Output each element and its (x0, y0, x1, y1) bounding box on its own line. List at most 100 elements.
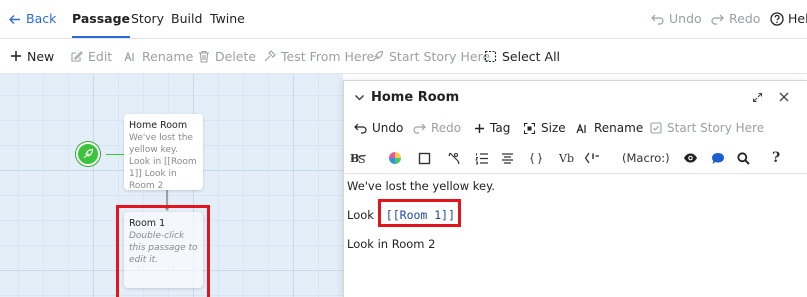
checkbox-icon (650, 122, 662, 134)
undo-label: Undo (669, 11, 702, 26)
new-passage-button[interactable]: New (10, 39, 54, 73)
help-circle-icon (770, 12, 784, 26)
add-tag-button[interactable]: Tag (474, 113, 510, 143)
tool-icon (263, 49, 276, 63)
passage-title: Home Room (129, 120, 188, 131)
dialog-start-story-here-checkbox[interactable]: Start Story Here (650, 113, 764, 143)
tab-build[interactable]: Build (171, 0, 202, 38)
back-label: Back (26, 11, 57, 26)
bold-strike-icon: BS (350, 151, 368, 165)
start-story-here-button[interactable]: Start Story Here (371, 39, 490, 73)
dialog-undo-button[interactable]: Undo (354, 113, 403, 143)
align-center-icon (501, 152, 514, 165)
speech-bubble-icon (711, 152, 725, 165)
bold-strike-button[interactable]: BS (350, 143, 368, 173)
select-all-label: Select All (502, 48, 561, 64)
macro-button[interactable]: (Macro:) (622, 143, 670, 173)
help-button[interactable]: Help (770, 0, 807, 38)
start-connector (106, 154, 126, 155)
top-tab-bar: Back Passage Story Build Twine Undo Redo… (0, 0, 807, 38)
passage-toolbar: New Edit Rename Delete Test From Here St… (0, 38, 807, 74)
list-icon (475, 152, 489, 165)
highlight-box (378, 199, 461, 227)
passage-excerpt: We've lost the yellow key. Look in [[Roo… (129, 133, 197, 191)
test-from-here-button[interactable]: Test From Here (263, 39, 374, 73)
rename-label: Rename (594, 121, 644, 135)
redo-label: Redo (431, 121, 462, 135)
arrow-left-icon (8, 13, 21, 26)
tab-story[interactable]: Story (131, 0, 164, 38)
plus-icon (474, 123, 485, 134)
redo-icon (711, 13, 724, 25)
preview-button[interactable] (683, 143, 698, 173)
colour-button[interactable] (388, 143, 402, 173)
start-passage-marker (76, 142, 100, 166)
select-all-button[interactable]: Select All (484, 39, 560, 73)
rocket-icon (371, 50, 384, 63)
test-from-here-label: Test From Here (281, 48, 375, 64)
redo-label: Redo (729, 11, 761, 26)
box-button[interactable] (418, 143, 431, 173)
rename-icon (124, 50, 137, 63)
dialog-rename-button[interactable]: Rename (576, 113, 643, 143)
plus-icon (10, 50, 22, 62)
search-icon (737, 151, 750, 165)
square-icon (418, 152, 431, 165)
tab-passage[interactable]: Passage (72, 0, 131, 38)
dialog-title: Home Room (371, 89, 460, 105)
edit-icon (70, 50, 83, 63)
passage-edit-dialog: Home Room Undo Redo Tag Size Rename Star… (343, 80, 807, 297)
hook-icon (447, 151, 461, 165)
colour-wheel-icon (388, 151, 402, 165)
rocket-icon (82, 148, 94, 160)
delete-button[interactable]: Delete (198, 39, 256, 73)
rename-icon (576, 122, 589, 135)
variable-button[interactable]: Vb (559, 143, 574, 173)
text-line: Look in Room 2 (347, 237, 436, 251)
eye-icon (683, 152, 698, 164)
help-button[interactable]: ? (772, 143, 780, 173)
help-label: Help (788, 11, 807, 26)
tab-twine[interactable]: Twine (210, 0, 245, 38)
start-story-here-label: Start Story Here (667, 121, 765, 135)
chevron-down-icon[interactable] (354, 92, 365, 103)
comment-button[interactable] (584, 143, 602, 173)
dialog-redo-button[interactable]: Redo (413, 113, 461, 143)
dialog-toolbar: Undo Redo Tag Size Rename Start Story He… (344, 113, 807, 143)
format-toolbar: BS Vb (Macro:) ? (344, 143, 807, 173)
size-button[interactable]: Size (523, 113, 566, 143)
size-icon (523, 122, 536, 135)
back-button[interactable]: Back (8, 0, 56, 38)
find-button[interactable] (737, 143, 750, 173)
undo-icon (651, 13, 664, 25)
passage-text-editor[interactable]: We've lost the yellow key. Look i [[Room … (344, 173, 807, 297)
trash-icon (198, 50, 210, 63)
edit-label: Edit (88, 48, 113, 64)
expand-icon (752, 92, 763, 103)
list-button[interactable] (475, 143, 489, 173)
size-label: Size (541, 121, 566, 135)
edit-button[interactable]: Edit (70, 39, 112, 73)
redo-button[interactable]: Redo (711, 0, 760, 38)
delete-label: Delete (215, 48, 257, 64)
align-button[interactable] (501, 143, 514, 173)
story-map[interactable]: Home Room We've lost the yellow key. Loo… (0, 74, 343, 297)
text-fragment: Look i (347, 208, 381, 222)
new-label: New (27, 48, 55, 64)
hook-button[interactable] (447, 143, 461, 173)
text-line: We've lost the yellow key. (347, 179, 495, 193)
svg-text:S: S (358, 153, 366, 165)
start-story-here-label: Start Story Here (389, 48, 491, 64)
passage-card-home-room[interactable]: Home Room We've lost the yellow key. Loo… (124, 114, 203, 191)
variable-label: Vb (559, 151, 574, 165)
maximize-button[interactable] (749, 89, 765, 105)
dialog-title-bar: Home Room (344, 81, 807, 113)
rename-button[interactable]: Rename (124, 39, 193, 73)
comment-icon (584, 151, 602, 165)
select-all-icon (484, 50, 497, 63)
undo-button[interactable]: Undo (651, 0, 702, 38)
comment-bubble-button[interactable] (711, 143, 725, 173)
close-icon (779, 92, 789, 102)
code-button[interactable] (529, 143, 543, 173)
close-button[interactable] (776, 89, 792, 105)
